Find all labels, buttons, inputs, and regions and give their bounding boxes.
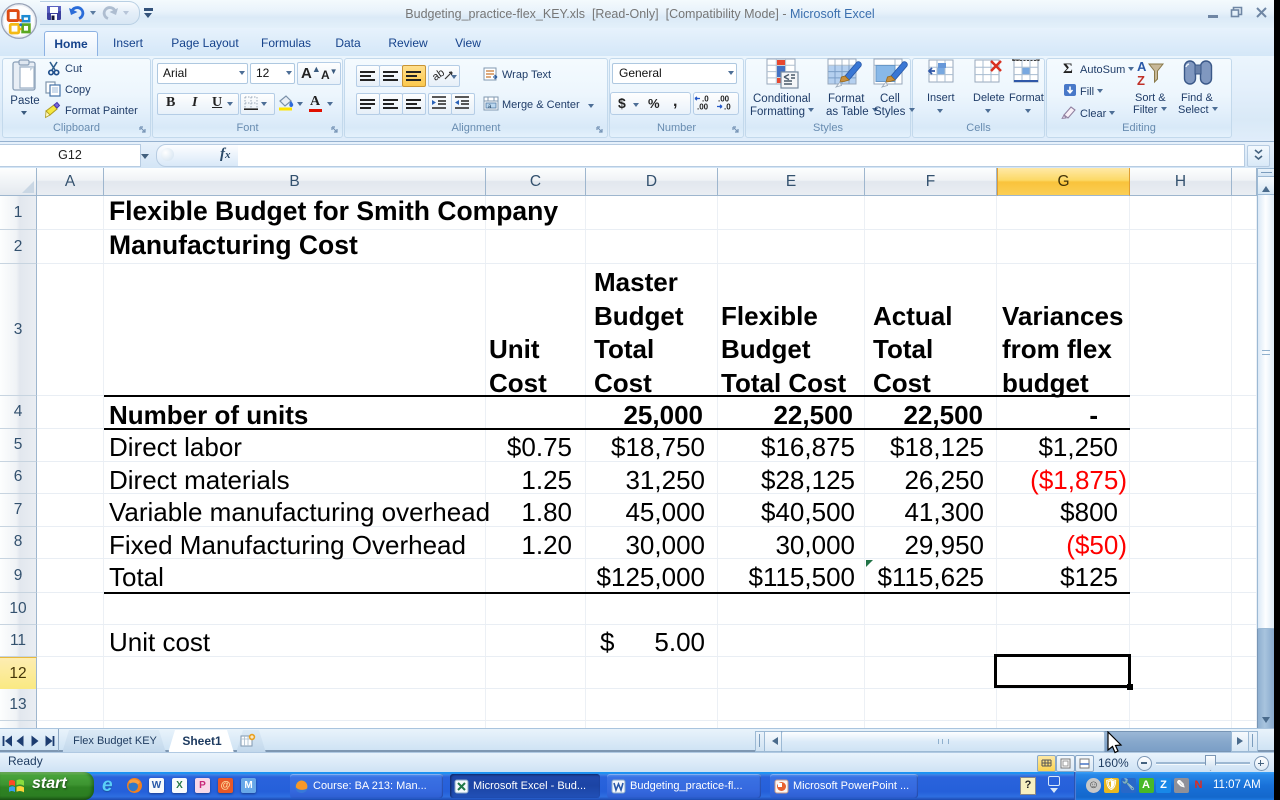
- svg-text:.00: .00: [697, 103, 709, 112]
- svg-text:ab: ab: [430, 67, 447, 84]
- svg-text:Z: Z: [1137, 73, 1145, 88]
- svg-text:.0: .0: [724, 103, 731, 112]
- svg-text:A: A: [1137, 59, 1147, 74]
